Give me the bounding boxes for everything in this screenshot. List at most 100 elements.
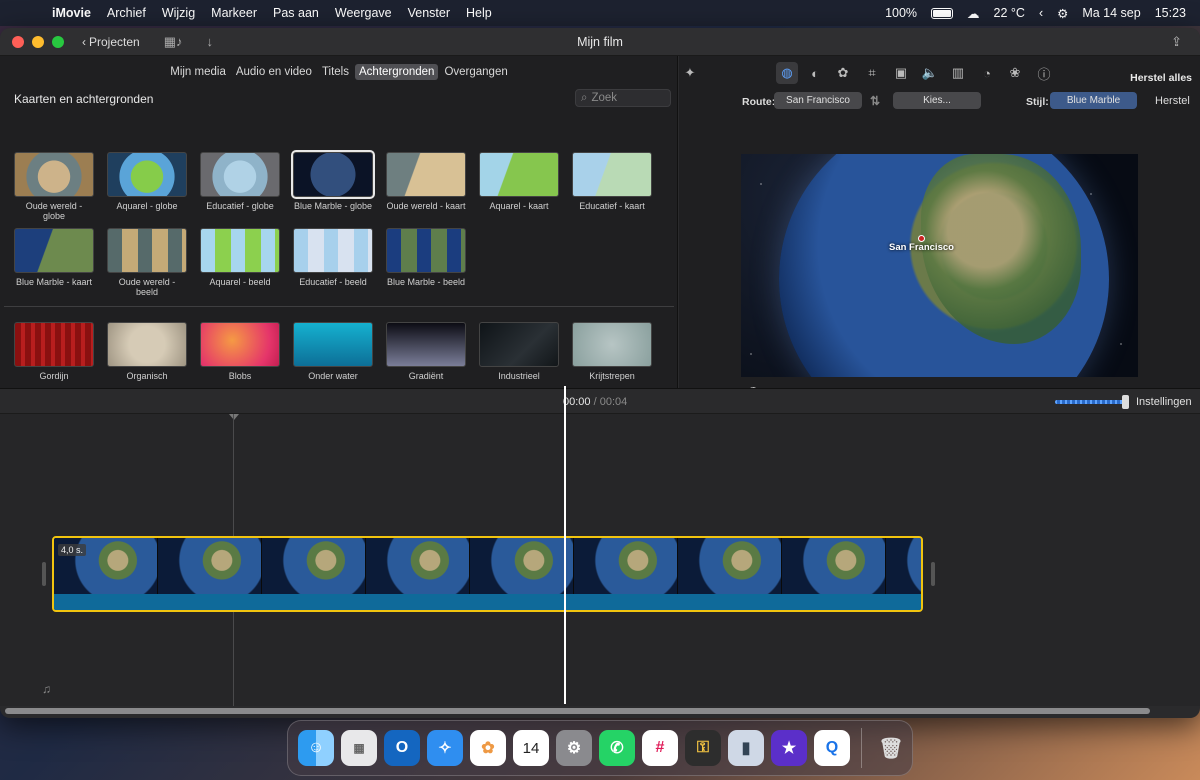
map-tile[interactable]: Oude wereld - beeld (107, 228, 187, 297)
color-balance-icon[interactable]: ◐ (804, 62, 826, 84)
menu-venster[interactable]: Venster (400, 6, 458, 20)
map-tile[interactable]: Blue Marble - beeld (386, 228, 466, 287)
battery-icon[interactable] (931, 7, 954, 19)
background-tile[interactable]: Industrieel (479, 322, 559, 381)
playhead[interactable] (564, 386, 566, 704)
clip-trim-handle-left[interactable] (42, 562, 46, 586)
zoom-window-button[interactable] (52, 35, 64, 48)
background-tile[interactable]: Gradiënt (386, 322, 466, 381)
chevron-left-icon: ‹ (82, 34, 86, 49)
timeline[interactable]: 4,0 s. ♫ (0, 414, 1200, 706)
whatsapp-icon[interactable]: ✆ (599, 730, 635, 766)
map-tile[interactable]: Educatief - globe (200, 152, 280, 211)
map-tile[interactable]: Aquarel - beeld (200, 228, 280, 287)
tab-titels[interactable]: Titels (318, 64, 353, 80)
zoom-slider-track[interactable] (1055, 400, 1125, 404)
background-thumbnail (293, 322, 373, 367)
speed-icon[interactable]: ◔ (976, 62, 998, 84)
slack-icon[interactable]: # (642, 730, 678, 766)
tab-audio-en-video[interactable]: Audio en video (232, 64, 316, 80)
route-button[interactable]: San Francisco (774, 92, 862, 109)
map-tile[interactable]: Educatief - kaart (572, 152, 652, 211)
map-label: Oude wereld - kaart (386, 201, 466, 211)
chevron-left-icon[interactable]: ‹ (1039, 6, 1043, 20)
weather-icon[interactable]: ☁ (967, 6, 980, 21)
menu-pas-aan[interactable]: Pas aan (265, 6, 327, 20)
system-settings-icon[interactable]: ⚙ (556, 730, 592, 766)
battery-percent[interactable]: 100% (885, 6, 917, 20)
clip-frame (678, 538, 782, 594)
choose-button[interactable]: Kies... (893, 92, 981, 109)
map-tile[interactable]: Oude wereld - globe (14, 152, 94, 221)
calendar-icon[interactable]: 14 (513, 730, 549, 766)
background-tile[interactable]: Onder water (293, 322, 373, 381)
map-tile[interactable]: Oude wereld - kaart (386, 152, 466, 211)
map-tile-selected[interactable]: Blue Marble - globe (291, 150, 375, 211)
crop-icon[interactable]: ⌗ (861, 62, 883, 84)
apple-configurator-icon[interactable]: ▮ (728, 730, 764, 766)
settings-button[interactable]: Instellingen (1136, 396, 1192, 408)
tab-mijn-media[interactable]: Mijn media (166, 64, 230, 80)
stabilization-icon[interactable]: ▣ (890, 62, 912, 84)
menubar-date[interactable]: Ma 14 sep (1082, 6, 1140, 20)
color-palette-icon[interactable]: ✿ (832, 62, 854, 84)
menu-help[interactable]: Help (458, 6, 500, 20)
map-tile[interactable]: Blue Marble - kaart (14, 228, 94, 287)
projects-back-button[interactable]: ‹ Projecten (82, 35, 140, 49)
menu-markeer[interactable]: Markeer (203, 6, 265, 20)
equalizer-icon[interactable]: ▥ (947, 62, 969, 84)
clip-trim-handle-right[interactable] (931, 562, 935, 586)
share-icon[interactable]: ⇪ (1171, 34, 1182, 50)
import-arrow-icon[interactable]: ↓ (207, 34, 214, 49)
menubar-time[interactable]: 15:23 (1155, 6, 1186, 20)
video-clip[interactable]: 4,0 s. (52, 536, 923, 612)
search-field[interactable]: ⌕ Zoek (575, 89, 671, 107)
background-tile[interactable]: Gordijn (14, 322, 94, 381)
volume-icon[interactable]: 🔈 (919, 62, 941, 84)
map-tile[interactable]: Educatief - beeld (293, 228, 373, 287)
zoom-slider-knob[interactable] (1122, 395, 1129, 409)
control-center-icon[interactable]: ⚙ (1057, 6, 1068, 21)
menu-wijzig[interactable]: Wijzig (154, 6, 203, 20)
dock-separator (861, 728, 862, 768)
menu-archief[interactable]: Archief (99, 6, 154, 20)
filter-icon[interactable]: ❀ (1004, 62, 1026, 84)
launchpad-icon[interactable]: ▦ (341, 730, 377, 766)
close-window-button[interactable] (12, 35, 24, 48)
title-bar: ‹ Projecten ▦♪ ↓ Mijn film ⇪ (0, 28, 1200, 56)
media-browser-icon[interactable]: ▦♪ (164, 34, 183, 50)
info-icon[interactable]: ⓘ (1033, 62, 1055, 84)
minimize-window-button[interactable] (32, 35, 44, 48)
keychain-icon[interactable]: ⚿ (685, 730, 721, 766)
background-tile[interactable]: Blobs (200, 322, 280, 381)
photos-icon[interactable]: ✿ (470, 730, 506, 766)
background-thumbnail (479, 322, 559, 367)
finder-icon[interactable]: ☺ (298, 730, 334, 766)
timeline-scrollbar[interactable] (5, 708, 1150, 714)
quicktime-icon[interactable]: Q (814, 730, 850, 766)
video-preview[interactable]: San Francisco (741, 154, 1138, 377)
tab-achtergronden[interactable]: Achtergronden (355, 64, 439, 80)
map-tile[interactable]: Aquarel - kaart (479, 152, 559, 211)
weather-temp[interactable]: 22 °C (994, 6, 1025, 20)
outlook-icon[interactable]: O (384, 730, 420, 766)
swap-route-icon[interactable]: ⇅ (870, 94, 880, 108)
magic-wand-icon[interactable]: ✦ (679, 62, 701, 84)
reset-all-button[interactable]: Herstel alles (1130, 72, 1192, 84)
globe-icon[interactable]: ◍ (776, 62, 798, 84)
tab-overgangen[interactable]: Overgangen (440, 64, 511, 80)
clip-frame (262, 538, 366, 594)
map-label: Aquarel - globe (116, 201, 178, 211)
menu-weergave[interactable]: Weergave (327, 6, 400, 20)
menu-app-name[interactable]: iMovie (44, 6, 99, 20)
background-tile[interactable]: Organisch (107, 322, 187, 381)
style-label: Stijl: (1026, 96, 1049, 108)
imovie-icon[interactable]: ★ (771, 730, 807, 766)
background-tile[interactable]: Krijtstrepen (572, 322, 652, 381)
reset-button[interactable]: Herstel (1155, 95, 1190, 107)
map-tile[interactable]: Aquarel - globe (107, 152, 187, 211)
trash-icon[interactable]: 🗑 (873, 730, 909, 766)
safari-icon[interactable]: ✧ (427, 730, 463, 766)
style-button[interactable]: Blue Marble (1050, 92, 1137, 109)
background-label: Gordijn (39, 371, 69, 381)
